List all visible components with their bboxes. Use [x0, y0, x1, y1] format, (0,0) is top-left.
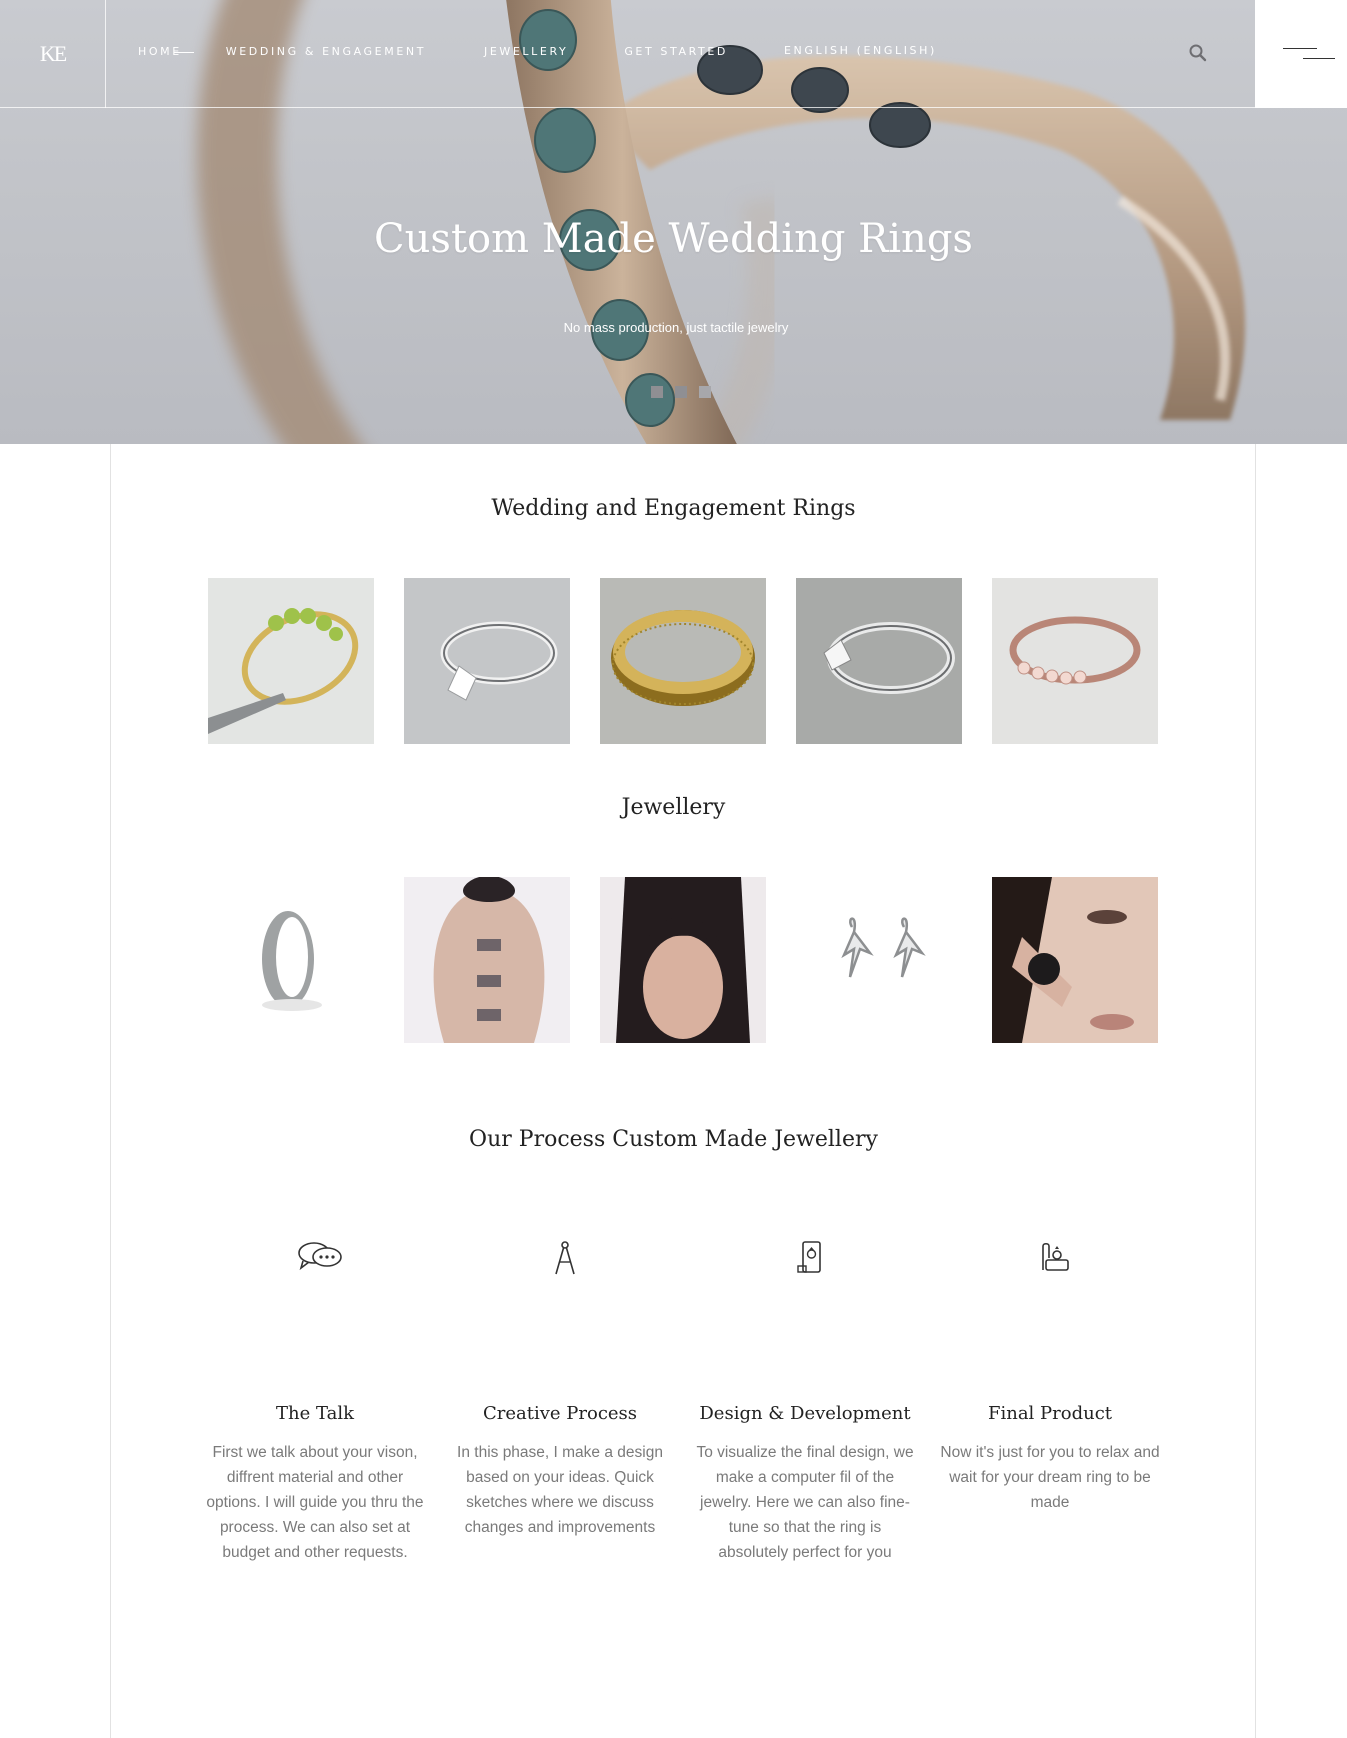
wedding-rings-gallery [208, 578, 1158, 744]
ring-tile-rose-gold[interactable] [992, 578, 1158, 744]
ring-tile-solitaire[interactable] [404, 578, 570, 744]
wedding-section-title: Wedding and Engagement Rings [491, 496, 856, 521]
ring-tile-gold-band[interactable] [600, 578, 766, 744]
process-section-title: Our Process Custom Made Jewellery [469, 1127, 878, 1152]
hero-title: Custom Made Wedding Rings [374, 216, 973, 262]
hero-banner: KE Home Wedding & Engagement Jewellery G… [0, 0, 1347, 444]
step-title: The Talk [276, 1403, 354, 1424]
hamburger-menu-button[interactable] [1255, 0, 1347, 108]
nav-get-started[interactable]: Get Started [624, 45, 728, 58]
jewellery-tile-hair-pin[interactable] [600, 877, 766, 1043]
step-description: To visualize the final design, we make a… [696, 1444, 914, 1561]
active-indicator [174, 52, 194, 53]
ring-tile-peridot[interactable] [208, 578, 374, 744]
menu-line-icon [1283, 48, 1317, 49]
jewellery-tile-back-necklace[interactable] [404, 877, 570, 1043]
slider-dot-2[interactable] [675, 386, 687, 398]
slider-dot-1[interactable] [651, 386, 663, 398]
step-title: Final Product [987, 1403, 1113, 1424]
ring-box-icon [940, 1240, 1170, 1272]
nav-home[interactable]: Home [138, 45, 194, 58]
jewellery-tile-model-ring[interactable] [992, 877, 1158, 1043]
step-title: Design & Development [699, 1403, 911, 1424]
site-logo[interactable]: KE [0, 0, 106, 108]
step-title: Creative Process [482, 1403, 638, 1424]
menu-line-icon [1303, 58, 1335, 59]
step-description: Now it's just for you to relax and wait … [940, 1444, 1160, 1511]
jewellery-tile-textured-ring[interactable] [208, 877, 374, 1043]
main-nav: Home Wedding & Engagement Jewellery Get … [138, 44, 937, 58]
speech-bubbles-icon [205, 1240, 435, 1272]
hero-subtitle: No mass production, just tactile jewelry [563, 320, 789, 335]
top-navigation-bar: KE Home Wedding & Engagement Jewellery G… [0, 0, 1347, 108]
step-description: In this phase, I make a design based on … [457, 1444, 663, 1536]
search-icon[interactable] [1188, 43, 1208, 63]
slider-dots [651, 386, 711, 398]
nav-jewellery[interactable]: Jewellery [484, 45, 568, 58]
language-selector[interactable]: English (English) [784, 44, 937, 57]
ring-tile-white-gold[interactable] [796, 578, 962, 744]
jewellery-section-title: Jewellery [621, 795, 726, 820]
nav-wedding-engagement[interactable]: Wedding & Engagement [226, 45, 426, 58]
jewellery-gallery [208, 877, 1158, 1043]
slider-dot-3[interactable] [699, 386, 711, 398]
step-description: First we talk about your vison, diffrent… [206, 1444, 424, 1561]
compass-icon [450, 1240, 680, 1276]
tablet-design-icon [695, 1240, 925, 1274]
jewellery-tile-earrings[interactable] [796, 877, 962, 1043]
